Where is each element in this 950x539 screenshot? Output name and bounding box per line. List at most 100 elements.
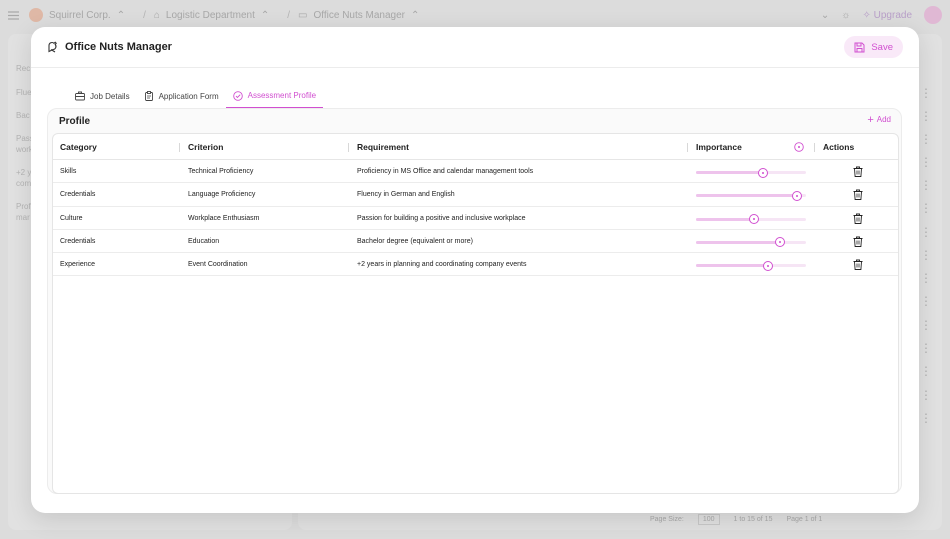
kebab-icon[interactable]: ⋮ [920, 132, 932, 146]
slider-thumb[interactable] [749, 214, 760, 225]
kebab-icon[interactable]: ⋮ [920, 248, 932, 262]
slider-thumb[interactable] [762, 260, 773, 271]
trash-icon[interactable] [853, 189, 863, 201]
criterion-cell[interactable]: Technical Proficiency [188, 168, 253, 175]
category-cell[interactable]: Skills [60, 168, 76, 175]
tab-assessment-profile[interactable]: Assessment Profile [225, 84, 324, 108]
home-icon: ⌂ [153, 9, 160, 21]
add-label: Add [876, 115, 891, 124]
kebab-icon[interactable]: ⋮ [920, 225, 932, 239]
tab-job-details[interactable]: Job Details [68, 84, 137, 108]
chevron-updown-icon: ⌃ [116, 9, 126, 21]
modal-header: Office Nuts Manager Save [31, 27, 919, 68]
save-icon [854, 42, 865, 52]
pagination-bar: Page Size: 100 1 to 15 of 15 Page 1 of 1 [650, 514, 822, 525]
chevron-down-icon[interactable]: ⌄ [821, 10, 829, 21]
pagination-page: Page 1 of 1 [786, 516, 823, 523]
kebab-icon[interactable]: ⋮ [920, 178, 932, 192]
save-label: Save [871, 41, 893, 53]
requirement-cell[interactable]: +2 years in planning and coordinating co… [357, 261, 526, 268]
bg-text: Rec [16, 64, 31, 73]
column-resize-handle[interactable] [179, 143, 180, 152]
bg-text: com [16, 179, 32, 188]
save-button[interactable]: Save [844, 36, 903, 58]
user-avatar[interactable] [924, 6, 942, 24]
top-bar: Squirrel Corp. ⌃ / ⌂ Logistic Department… [0, 0, 950, 30]
tab-application-form[interactable]: Application Form [137, 84, 226, 108]
page-name: Office Nuts Manager [313, 9, 406, 21]
importance-slider[interactable] [696, 260, 806, 271]
kebab-icon[interactable]: ⋮ [920, 201, 932, 215]
org-name: Squirrel Corp. [49, 9, 111, 21]
trash-icon[interactable] [853, 166, 863, 177]
clipboard-icon [144, 91, 153, 101]
importance-slider[interactable] [696, 214, 806, 225]
upgrade-label: Upgrade [873, 9, 912, 21]
kebab-icon[interactable]: ⋮ [920, 411, 932, 425]
trash-icon[interactable] [853, 259, 863, 271]
check-circle-icon [232, 90, 243, 101]
kebab-icon[interactable]: ⋮ [920, 364, 932, 378]
category-cell[interactable]: Culture [60, 215, 83, 222]
table-row: Culture Workplace Enthusiasm Passion for… [53, 207, 898, 230]
profile-panel: Profile + Add Category Criterion Require… [47, 108, 902, 494]
criterion-cell[interactable]: Language Proficiency [188, 191, 255, 198]
sun-icon[interactable]: ☼ [841, 10, 850, 21]
page-selector[interactable]: ▭ Office Nuts Manager ⌃ [298, 10, 419, 21]
menu-button[interactable] [8, 10, 19, 20]
kebab-icon[interactable]: ⋮ [920, 155, 932, 169]
pagination-range: 1 to 15 of 15 [733, 516, 773, 523]
modal-tabs: Job Details Application Form Assessment … [68, 84, 324, 108]
topbar-actions: ⌄ ☼ ✧ Upgrade [821, 6, 942, 24]
importance-slider[interactable] [696, 190, 806, 201]
kebab-icon[interactable]: ⋮ [920, 341, 932, 355]
category-cell[interactable]: Experience [60, 261, 95, 268]
requirement-cell[interactable]: Passion for building a positive and incl… [357, 215, 525, 222]
bg-text: mar [16, 213, 30, 222]
org-selector[interactable]: Squirrel Corp. ⌃ [29, 8, 125, 22]
add-criterion-button[interactable]: + Add [867, 113, 891, 126]
upgrade-button[interactable]: ✧ Upgrade [862, 10, 912, 21]
kebab-icon[interactable]: ⋮ [920, 388, 932, 402]
kebab-icon[interactable]: ⋮ [920, 294, 932, 308]
column-resize-handle[interactable] [687, 143, 688, 152]
tab-label: Job Details [90, 91, 130, 101]
kebab-icon[interactable]: ⋮ [920, 271, 932, 285]
chevron-updown-icon: ⌃ [411, 9, 420, 21]
category-cell[interactable]: Credentials [60, 238, 95, 245]
column-resize-handle[interactable] [348, 143, 349, 152]
slider-thumb[interactable] [792, 190, 803, 201]
requirement-cell[interactable]: Fluency in German and English [357, 191, 455, 198]
trash-icon[interactable] [853, 236, 863, 247]
column-header-criterion[interactable]: Criterion [188, 142, 223, 152]
kebab-icon[interactable]: ⋮ [920, 318, 932, 332]
kebab-icon[interactable]: ⋮ [920, 109, 932, 123]
requirement-cell[interactable]: Bachelor degree (equivalent or more) [357, 238, 473, 245]
requirement-cell[interactable]: Proficiency in MS Office and calendar ma… [357, 168, 533, 175]
column-header-importance[interactable]: Importance [696, 142, 742, 152]
plus-icon: + [867, 113, 874, 126]
info-circle-icon[interactable] [794, 142, 804, 152]
slider-fill [696, 217, 755, 221]
category-cell[interactable]: Credentials [60, 191, 95, 198]
bg-text: Bac [16, 111, 30, 120]
table-header: Category Criterion Requirement Importanc… [53, 134, 898, 160]
briefcase-icon [75, 91, 85, 101]
criterion-cell[interactable]: Event Coordination [188, 261, 248, 268]
edit-job-modal: Office Nuts Manager Save Job Details App… [31, 27, 919, 513]
importance-slider[interactable] [696, 237, 806, 248]
slider-thumb[interactable] [758, 167, 769, 178]
chevron-updown-icon: ⌃ [260, 9, 270, 21]
kebab-icon[interactable]: ⋮ [920, 86, 932, 100]
page-size-select[interactable]: 100 [697, 514, 720, 525]
slider-thumb[interactable] [774, 237, 785, 248]
column-header-category[interactable]: Category [60, 142, 97, 152]
trash-icon[interactable] [853, 213, 863, 224]
hamburger-icon [8, 10, 19, 20]
criterion-cell[interactable]: Workplace Enthusiasm [188, 215, 259, 222]
column-resize-handle[interactable] [814, 143, 815, 152]
criterion-cell[interactable]: Education [188, 238, 219, 245]
department-selector[interactable]: ⌂ Logistic Department ⌃ [154, 10, 269, 21]
column-header-requirement[interactable]: Requirement [357, 142, 409, 152]
importance-slider[interactable] [696, 167, 806, 178]
